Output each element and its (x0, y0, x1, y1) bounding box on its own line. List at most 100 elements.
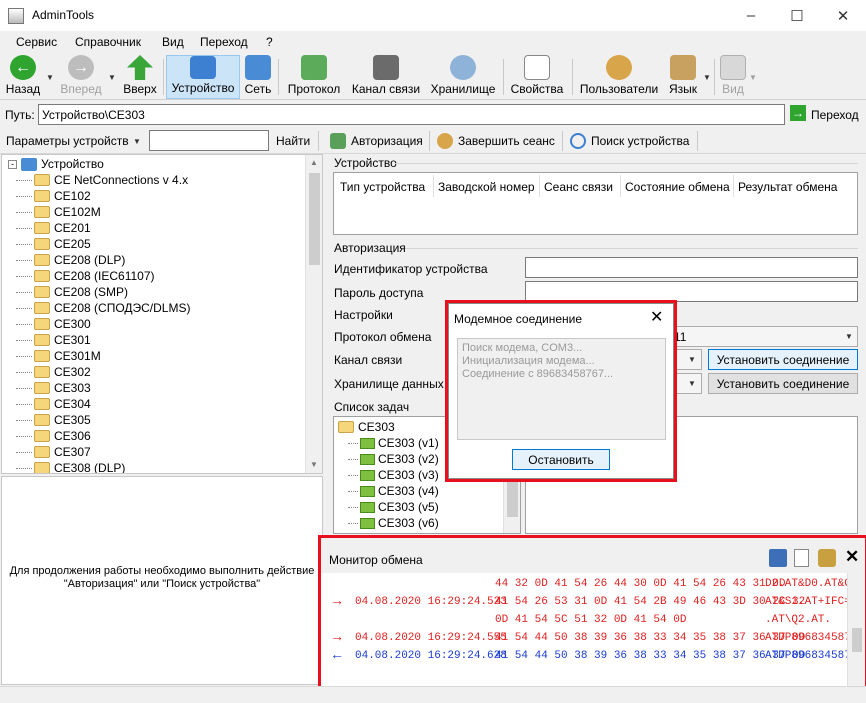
path-bar: Путь: Устройство\CE303 → Переход (0, 101, 866, 127)
menu-view[interactable]: Вид (162, 35, 184, 49)
storage-button[interactable]: Хранилище (428, 55, 498, 99)
tree-item[interactable]: CE205 (16, 236, 91, 252)
task-item[interactable]: CE303 (v1) (348, 435, 439, 451)
close-icon[interactable]: ✕ (650, 307, 663, 327)
minimize-button[interactable]: – (728, 0, 774, 31)
channel-button[interactable]: Канал связи (350, 55, 422, 99)
device-id-input[interactable] (525, 257, 858, 278)
menu-help[interactable]: ? (266, 35, 273, 49)
tree-item[interactable]: CE208 (IEC61107) (16, 268, 155, 284)
column-header[interactable]: Тип устройства (340, 180, 425, 194)
device-tree[interactable]: - Устройство CE NetConnections v 4.x CE10… (1, 154, 323, 474)
column-header[interactable]: Результат обмена (738, 180, 837, 194)
tree-item[interactable]: CE306 (16, 428, 91, 444)
device-search-input[interactable] (149, 130, 269, 151)
task-item[interactable]: CE303 (v5) (348, 499, 439, 515)
monitor-row[interactable]: 44 32 0D 41 54 26 44 30 0D 41 54 26 43 3… (321, 576, 847, 592)
tree-item[interactable]: CE301 (16, 332, 91, 348)
scroll-thumb[interactable] (309, 173, 320, 265)
password-input[interactable] (525, 281, 858, 302)
authorization-button[interactable]: Авторизация (351, 134, 423, 148)
tree-item[interactable]: CE102 (16, 188, 91, 204)
tree-item[interactable]: CE208 (СПОДЭС/DLMS) (16, 300, 190, 316)
tree-item[interactable]: CE307 (16, 444, 91, 460)
save-icon[interactable] (769, 549, 787, 567)
tree-item-label: CE301M (54, 349, 101, 363)
column-header[interactable]: Сеанс связи (544, 180, 613, 194)
folder-icon (34, 414, 50, 426)
close-icon[interactable]: ✕ (845, 547, 859, 567)
device-params-dropdown[interactable]: Параметры устройств (6, 134, 129, 148)
close-button[interactable]: ✕ (820, 0, 866, 31)
monitor-scrollbar[interactable] (847, 573, 865, 686)
monitor-row[interactable]: → 04.08.2020 16:29:24.555 41 54 44 50 38 3… (321, 630, 847, 646)
tree-item[interactable]: CE308 (DLP) (16, 460, 125, 473)
connect-storage-button[interactable]: Установить соединение (708, 373, 858, 394)
folder-icon (34, 302, 50, 314)
task-item[interactable]: CE303 (v3) (348, 467, 439, 483)
monitor-row[interactable]: 0D 41 54 5C 51 32 0D 41 54 0D .AT\Q2.AT. (321, 612, 847, 628)
properties-button[interactable]: Свойства (508, 55, 566, 99)
scroll-down-icon[interactable]: ▼ (310, 460, 318, 469)
menu-service[interactable]: Сервис (16, 35, 57, 49)
monitor-log[interactable]: 44 32 0D 41 54 26 44 30 0D 41 54 26 43 3… (321, 573, 847, 686)
tree-item[interactable]: CE302 (16, 364, 91, 380)
column-header[interactable]: Заводской номер (438, 180, 535, 194)
back-dropdown-icon[interactable]: ▼ (46, 73, 54, 82)
tree-scrollbar[interactable]: ▲ ▼ (305, 155, 322, 473)
device-icon (21, 157, 37, 171)
tree-item[interactable]: CE208 (SMP) (16, 284, 128, 300)
tree-item[interactable]: CE NetConnections v 4.x (16, 172, 188, 188)
collapse-icon[interactable]: - (8, 159, 17, 169)
go-arrow-icon[interactable]: → (790, 105, 806, 121)
view-button[interactable]: Вид (718, 55, 748, 99)
device-table[interactable]: Тип устройства Заводской номер Сеанс свя… (333, 172, 858, 235)
network-button[interactable]: Сеть (242, 55, 274, 99)
scroll-thumb[interactable] (852, 628, 862, 652)
forward-button[interactable]: → Вперед (58, 55, 104, 99)
connect-button[interactable]: Установить соединение (708, 349, 858, 370)
folder-icon (34, 222, 50, 234)
auth-panel-title: Авторизация (334, 241, 406, 255)
monitor-row[interactable]: ← 04.08.2020 16:29:24.628 41 54 44 50 38 3… (321, 648, 847, 664)
view-dropdown-icon[interactable]: ▼ (749, 73, 757, 82)
scroll-up-icon[interactable]: ▲ (310, 158, 318, 167)
tree-item[interactable]: CE301M (16, 348, 101, 364)
language-dropdown-icon[interactable]: ▼ (703, 73, 711, 82)
tree-item[interactable]: CE304 (16, 396, 91, 412)
go-button[interactable]: Переход (811, 108, 859, 122)
up-button[interactable]: Вверх (120, 55, 160, 99)
device-button[interactable]: Устройство (166, 55, 240, 99)
clear-icon[interactable] (818, 549, 836, 567)
column-header[interactable]: Состояние обмена (625, 180, 730, 194)
path-input[interactable]: Устройство\CE303 (38, 104, 785, 125)
end-session-button[interactable]: Завершить сеанс (458, 134, 555, 148)
stop-button[interactable]: Остановить (512, 449, 610, 470)
new-document-icon[interactable] (794, 549, 809, 567)
tree-item[interactable]: CE201 (16, 220, 91, 236)
forward-dropdown-icon[interactable]: ▼ (108, 73, 116, 82)
tree-root[interactable]: - Устройство (8, 156, 104, 172)
tree-item[interactable]: CE305 (16, 412, 91, 428)
language-button[interactable]: Язык (664, 55, 702, 99)
tree-item[interactable]: CE102M (16, 204, 101, 220)
back-button[interactable]: ← Назад (4, 55, 42, 99)
tree-item[interactable]: CE208 (DLP) (16, 252, 125, 268)
monitor-row[interactable]: → 04.08.2020 16:29:24.523 41 54 26 53 31 0… (321, 594, 847, 610)
users-button[interactable]: Пользователи (578, 55, 660, 99)
tree-item[interactable]: CE303 (16, 380, 91, 396)
tree-item[interactable]: CE300 (16, 316, 91, 332)
auth-icon (330, 133, 346, 149)
menu-goto[interactable]: Переход (200, 35, 248, 49)
tasks-root[interactable]: CE303 (338, 419, 395, 435)
find-button[interactable]: Найти (276, 134, 310, 148)
exchange-monitor: Монитор обмена ✕ 44 32 0D 41 54 26 44 30… (318, 535, 866, 689)
task-item[interactable]: CE303 (v6) (348, 515, 439, 531)
task-item[interactable]: CE303 (v4) (348, 483, 439, 499)
maximize-button[interactable]: ☐ (774, 0, 820, 31)
task-item[interactable]: CE303 (v2) (348, 451, 439, 467)
menu-reference[interactable]: Справочник (75, 35, 141, 49)
protocol-button[interactable]: Протокол (284, 55, 344, 99)
chevron-down-icon[interactable]: ▼ (133, 137, 141, 146)
device-search-button[interactable]: Поиск устройства (591, 134, 689, 148)
